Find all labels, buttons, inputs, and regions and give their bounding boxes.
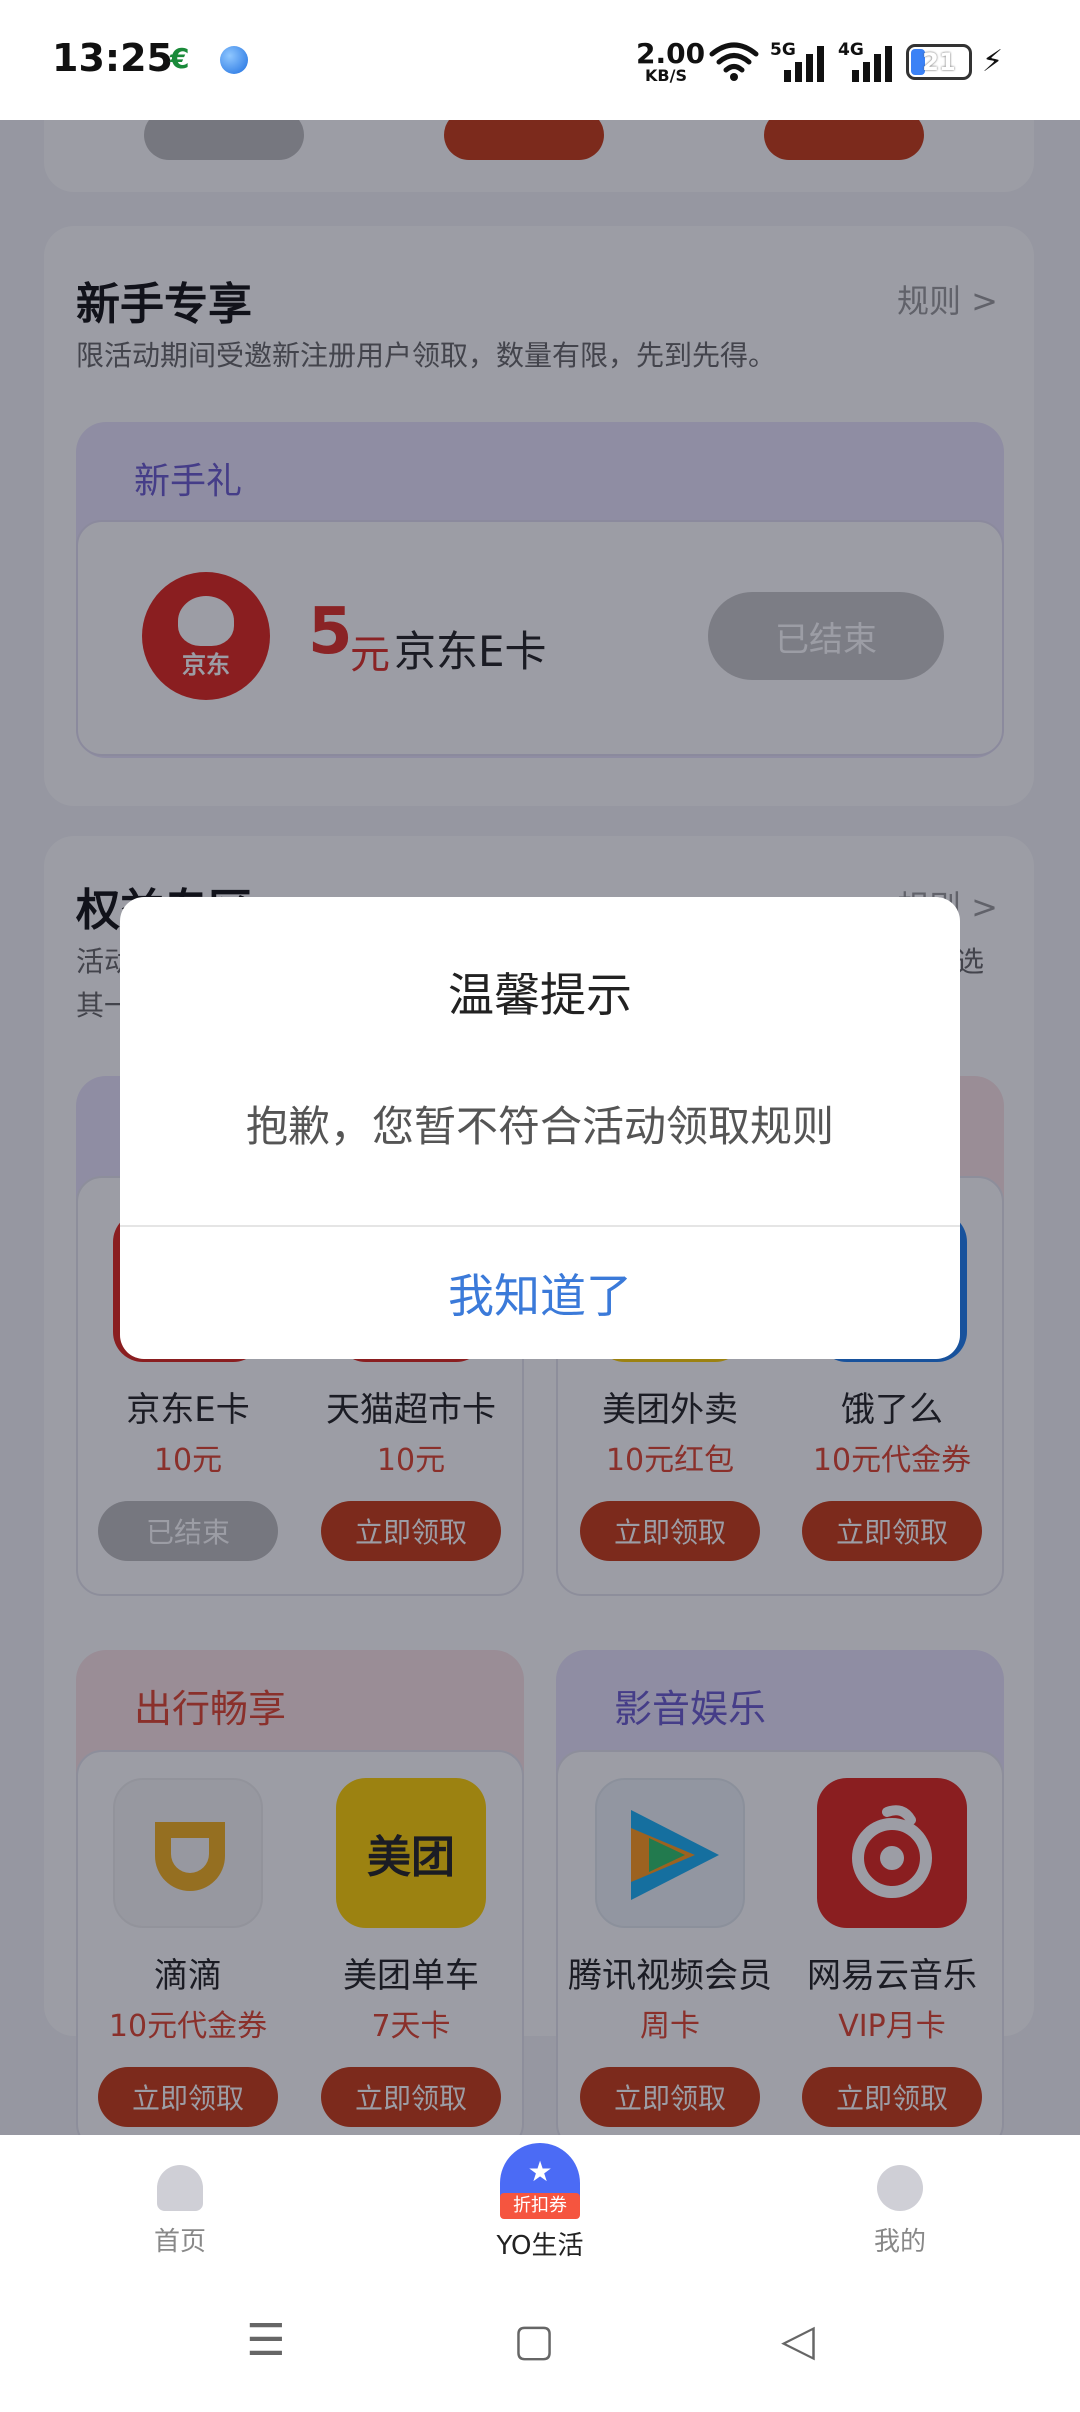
signal-4g-icon: 4G [838,40,900,82]
profile-icon [877,2165,923,2211]
notice-dialog: 温馨提示 抱歉，您暂不符合活动领取规则 我知道了 [120,897,960,1359]
network-speed-value: 2.00 [636,37,706,70]
status-time: 13:25 [52,36,173,80]
discount-badge: 折扣券 [500,2193,580,2219]
star-icon: ★ [527,2155,553,2188]
dialog-confirm-button[interactable]: 我知道了 [120,1227,960,1359]
nav-home[interactable]: 首页 [80,2135,280,2258]
dialog-title: 温馨提示 [448,968,632,1022]
battery-level: 21 [922,48,956,76]
dialog-message: 抱歉，您暂不符合活动领取规则 [245,1102,834,1151]
nav-mine[interactable]: 我的 [800,2135,1000,2258]
menu-icon[interactable]: ☰ [226,2315,306,2366]
network-speed-unit: KB/S [645,66,687,85]
bank-app-icon: € [170,42,190,75]
signal-5g-icon: 5G [770,40,832,82]
charging-icon: ⚡ [982,44,1004,79]
app-notification-icon [220,46,248,74]
nav-yo-life[interactable]: ★ 折扣券 YO生活 [440,2135,640,2262]
wifi-icon [709,42,759,81]
nav-mine-label: 我的 [873,2227,926,2257]
home-square-icon[interactable]: ▢ [494,2315,574,2366]
nav-yo-label: YO生活 [496,2231,584,2261]
system-navigation-bar: ☰ ▢ ◁ [0,2265,1080,2412]
network-speed: 2.00 KB/S [636,37,706,85]
nav-home-label: 首页 [153,2227,206,2257]
battery-icon: 21 [906,44,972,80]
bottom-nav: 首页 ★ 折扣券 YO生活 我的 [0,2135,1080,2265]
shopping-bag-icon: ★ 折扣券 [500,2143,580,2219]
status-bar: 13:25 € 2.00 KB/S 5G 4G 21 ⚡ [0,0,1080,120]
back-icon[interactable]: ◁ [758,2315,838,2366]
home-icon [157,2165,203,2211]
